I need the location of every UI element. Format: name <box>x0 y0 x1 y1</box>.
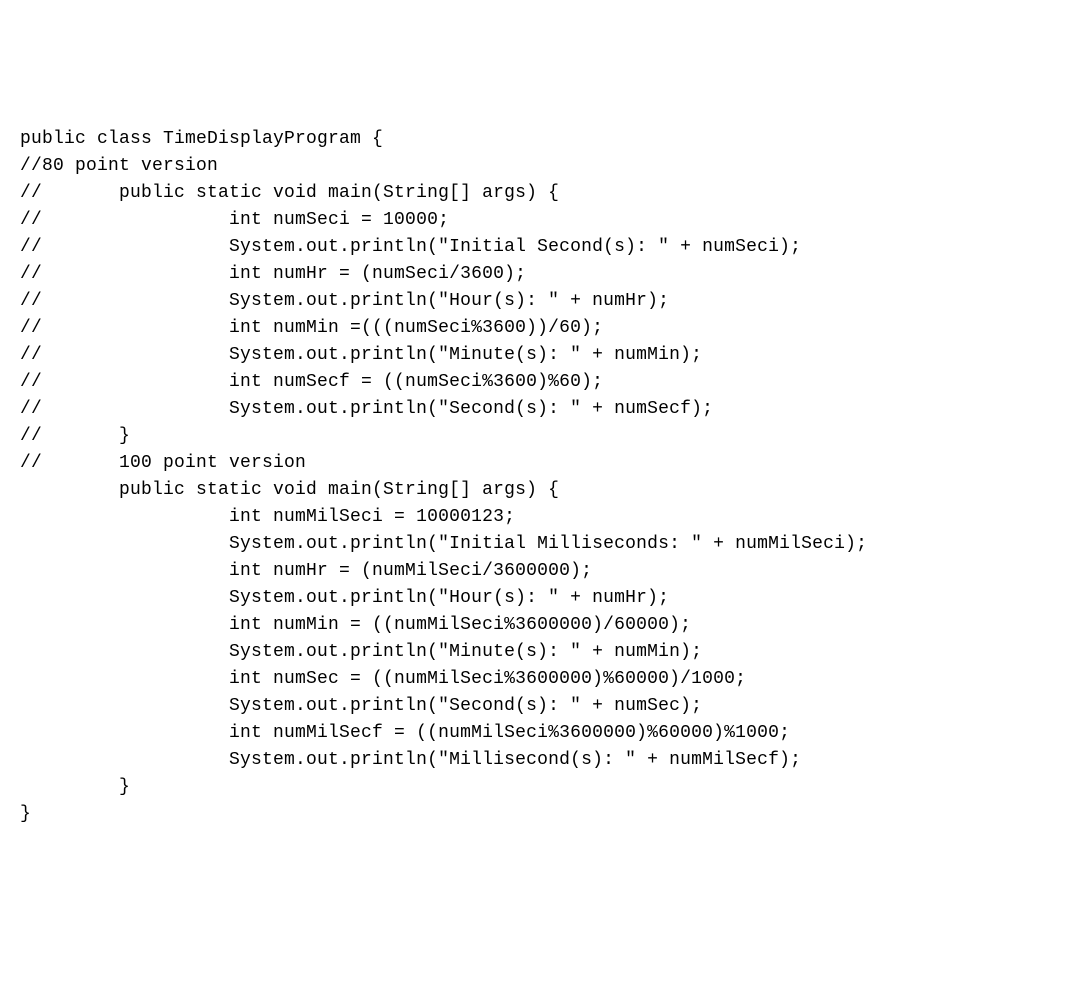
code-block: public class TimeDisplayProgram {//80 po… <box>20 126 1066 828</box>
code-line: int numMilSeci = 10000123; <box>20 504 1066 531</box>
code-line: // System.out.println("Hour(s): " + numH… <box>20 288 1066 315</box>
code-line: // System.out.println("Initial Second(s)… <box>20 234 1066 261</box>
code-line: //80 point version <box>20 153 1066 180</box>
code-line: // System.out.println("Second(s): " + nu… <box>20 396 1066 423</box>
code-line: System.out.println("Millisecond(s): " + … <box>20 747 1066 774</box>
code-line: // int numMin =(((numSeci%3600))/60); <box>20 315 1066 342</box>
code-line: // System.out.println("Minute(s): " + nu… <box>20 342 1066 369</box>
code-line: // 100 point version <box>20 450 1066 477</box>
code-line: // public static void main(String[] args… <box>20 180 1066 207</box>
code-line: System.out.println("Initial Milliseconds… <box>20 531 1066 558</box>
code-line: System.out.println("Minute(s): " + numMi… <box>20 639 1066 666</box>
code-line: // int numSecf = ((numSeci%3600)%60); <box>20 369 1066 396</box>
code-line: public static void main(String[] args) { <box>20 477 1066 504</box>
code-line: } <box>20 774 1066 801</box>
code-line: int numMilSecf = ((numMilSeci%3600000)%6… <box>20 720 1066 747</box>
code-line: // int numHr = (numSeci/3600); <box>20 261 1066 288</box>
code-line: int numMin = ((numMilSeci%3600000)/60000… <box>20 612 1066 639</box>
code-line: // } <box>20 423 1066 450</box>
code-line: System.out.println("Second(s): " + numSe… <box>20 693 1066 720</box>
code-line: } <box>20 801 1066 828</box>
code-line: int numSec = ((numMilSeci%3600000)%60000… <box>20 666 1066 693</box>
code-line: public class TimeDisplayProgram { <box>20 126 1066 153</box>
code-line: System.out.println("Hour(s): " + numHr); <box>20 585 1066 612</box>
code-line: // int numSeci = 10000; <box>20 207 1066 234</box>
code-line: int numHr = (numMilSeci/3600000); <box>20 558 1066 585</box>
